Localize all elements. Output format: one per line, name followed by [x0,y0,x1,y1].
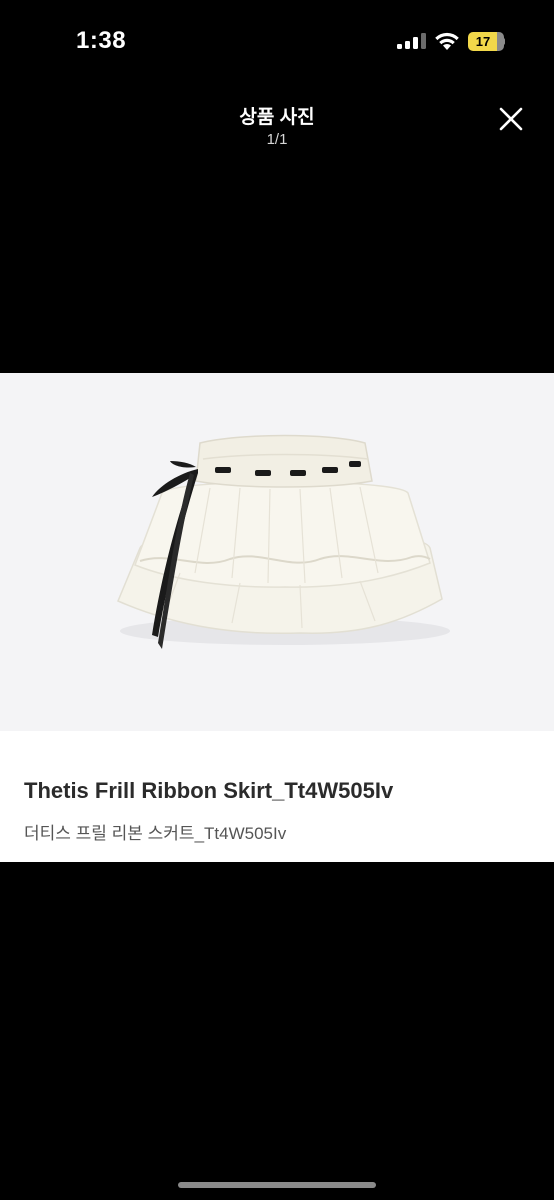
close-icon[interactable] [494,102,528,136]
home-indicator[interactable] [178,1182,376,1188]
product-photo[interactable] [0,373,554,731]
battery-tip [503,38,505,45]
battery-icon: 17 [468,32,505,51]
photo-caption: Thetis Frill Ribbon Skirt_Tt4W505Iv 더티스 … [0,731,554,862]
skirt-illustration [117,434,450,649]
viewer-header: 상품 사진 1/1 [0,96,554,156]
photo-counter: 1/1 [266,131,288,148]
status-time: 1:38 [76,27,127,54]
page-title: 상품 사진 [239,107,315,128]
status-bar: 1:38 17 [0,0,554,84]
product-subtitle: 더티스 프릴 리본 스커트_Tt4W505Iv [24,824,287,843]
photo-viewer-screen: 1:38 17 상품 사진 1/1 Thetis Frill Ribbon Sk… [0,0,554,1200]
product-title: Thetis Frill Ribbon Skirt_Tt4W505Iv [24,778,394,803]
battery-level: 17 [475,34,491,49]
wifi-icon [435,32,459,50]
signal-icon [397,33,426,49]
